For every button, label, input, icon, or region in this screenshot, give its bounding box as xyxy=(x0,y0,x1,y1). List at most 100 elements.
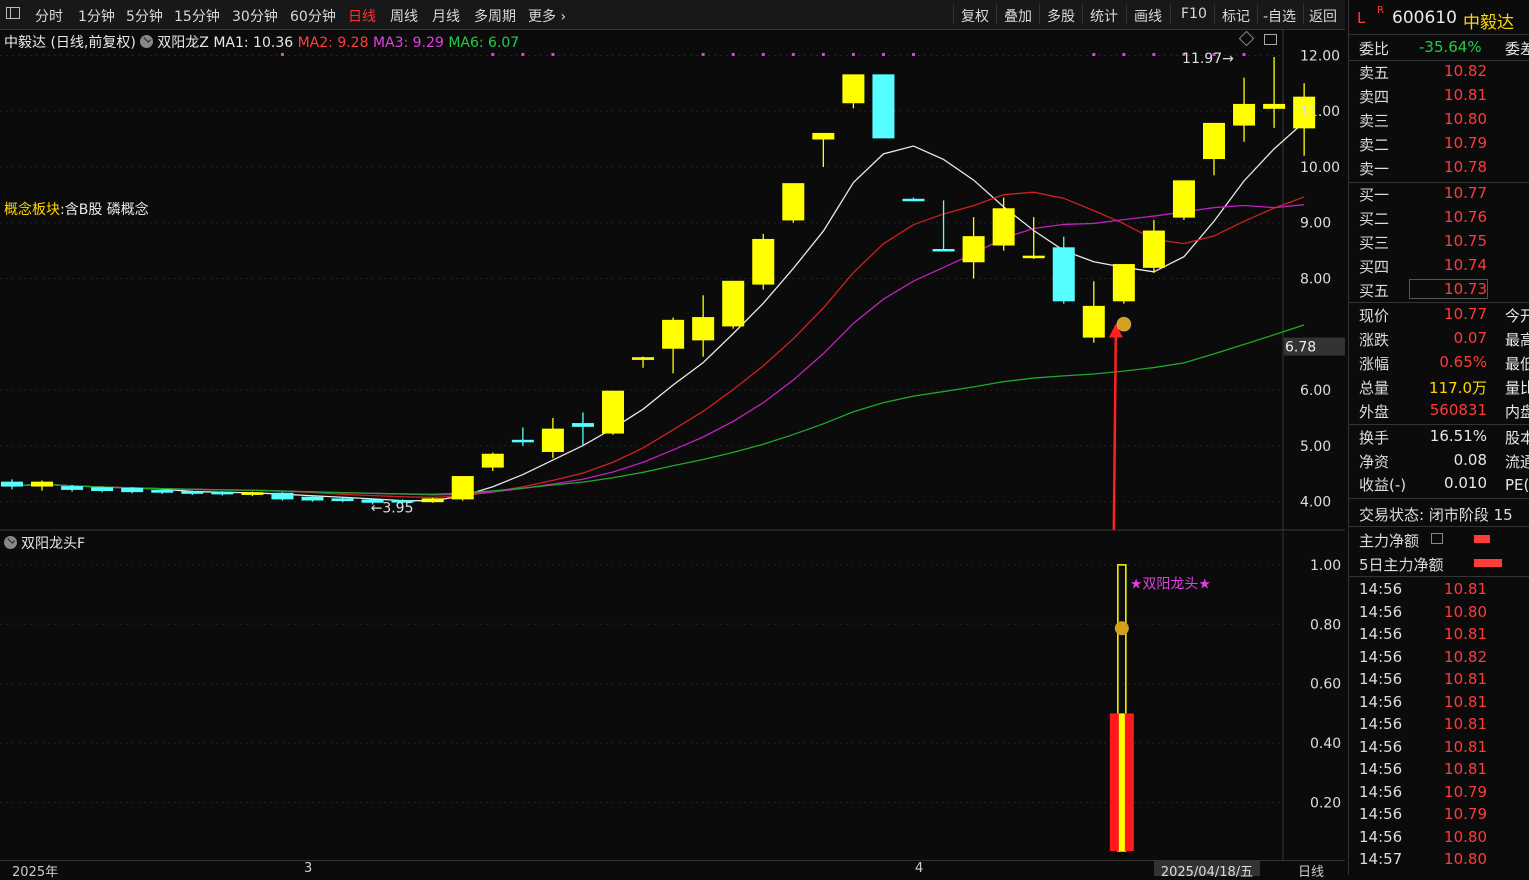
tick-price: 10.79 xyxy=(1444,782,1487,801)
chart-header: 中毅达 (日线,前复权) 双阳龙Z MA1: 10.36 MA2: 9.28 M… xyxy=(4,32,519,52)
y-tick-label: 9.00 xyxy=(1300,216,1331,232)
low-marker-label: ←3.95 xyxy=(371,500,414,516)
tick-time: 14:56 xyxy=(1359,580,1403,598)
stat2-2-right-label: PE(动) xyxy=(1505,476,1529,494)
y-tick-label: 12.00 xyxy=(1300,48,1340,64)
candle-body xyxy=(451,476,474,500)
stat2-0-right-label: 股本 xyxy=(1505,429,1529,447)
tick-price: 10.81 xyxy=(1444,692,1487,711)
signal-dot xyxy=(881,53,885,56)
stat2-0-value: 16.51% xyxy=(1429,427,1487,445)
signal-dot xyxy=(701,53,705,56)
date-axis: 2025年 3 4 2025/04/18/五 日线 xyxy=(0,860,1345,880)
candle[interactable] xyxy=(271,492,294,501)
back-button[interactable]: 返回 xyxy=(1309,6,1337,26)
signal-dot xyxy=(851,53,855,56)
buy-level-2-value: 10.76 xyxy=(1444,208,1487,226)
formula-toggle-icon[interactable] xyxy=(140,35,154,48)
chart-background xyxy=(0,30,1345,531)
info-icon[interactable] xyxy=(1431,533,1443,544)
tab-monthly[interactable]: 月线 xyxy=(432,6,460,26)
candle[interactable] xyxy=(1172,180,1195,220)
high-marker-label: 11.97→ xyxy=(1182,51,1234,67)
indicator-toggle-icon[interactable] xyxy=(4,536,17,549)
add-watchlist-button[interactable]: -自选 xyxy=(1263,6,1296,26)
date-cursor-label: 2025/04/18/五 xyxy=(1154,861,1260,880)
ma6-value: MA6: 6.07 xyxy=(448,35,520,51)
tick-price: 10.82 xyxy=(1444,647,1487,666)
candle[interactable] xyxy=(421,497,444,503)
tab-5min[interactable]: 5分钟 xyxy=(126,6,163,26)
buy5-highlight xyxy=(1409,279,1488,299)
tab-weekly[interactable]: 周线 xyxy=(390,6,418,26)
tab-15min[interactable]: 15分钟 xyxy=(174,6,220,26)
signal-dot xyxy=(912,53,915,56)
candle-body xyxy=(752,238,775,285)
layout-icon[interactable] xyxy=(6,7,20,19)
tab-1min[interactable]: 1分钟 xyxy=(78,6,115,26)
concept-sector: 概念板块:含B股 磷概念 xyxy=(4,199,149,219)
candle-body xyxy=(1052,247,1075,302)
overlay-button[interactable]: 叠加 xyxy=(1004,6,1032,26)
tab-daily[interactable]: 日线 xyxy=(348,6,376,26)
statistics-button[interactable]: 统计 xyxy=(1090,6,1118,26)
stat-1-label: 涨跌 xyxy=(1359,331,1390,349)
buy-level-1-label: 买一 xyxy=(1359,186,1390,204)
tab-multi-period[interactable]: 多周期 xyxy=(474,6,516,26)
tab-fenshi[interactable]: 分时 xyxy=(35,6,63,26)
tick-price: 10.81 xyxy=(1444,625,1487,643)
signal-dot xyxy=(491,53,495,56)
stat-0-label: 现价 xyxy=(1359,307,1390,325)
candle[interactable] xyxy=(602,390,624,435)
candle-body xyxy=(872,74,895,139)
concept-label: 概念板块 xyxy=(4,202,60,218)
indicator-value-core xyxy=(1118,713,1125,851)
candle-body xyxy=(271,492,294,500)
main-net5-bar xyxy=(1474,559,1502,567)
candle-body xyxy=(1263,103,1286,109)
draw-line-button[interactable]: 画线 xyxy=(1134,6,1162,26)
tick-price: 10.81 xyxy=(1444,580,1487,598)
sell-level-3-label: 卖三 xyxy=(1359,112,1390,130)
candle[interactable] xyxy=(1112,264,1135,304)
tick-time: 14:56 xyxy=(1359,692,1403,711)
candle-body xyxy=(1233,103,1256,126)
candle-body xyxy=(692,317,715,341)
money-bag-icon xyxy=(1116,316,1132,332)
indicator-chart[interactable]: ★双阳龙头★ 1.00 0.80 0.60 0.40 0.20 xyxy=(0,532,1345,860)
mark-button[interactable]: 标记 xyxy=(1222,6,1250,26)
tick-time: 14:56 xyxy=(1359,782,1403,801)
candle[interactable] xyxy=(451,476,474,501)
candle-body xyxy=(571,423,594,427)
candle-body xyxy=(1,481,23,487)
signal-dot xyxy=(761,53,765,56)
candle[interactable] xyxy=(782,183,805,223)
tab-more[interactable]: 更多 › xyxy=(528,6,566,26)
tick-price: 10.81 xyxy=(1444,715,1487,733)
sell-level-5-value: 10.82 xyxy=(1444,62,1487,80)
candle[interactable] xyxy=(872,74,895,139)
period-toolbar: 分时 1分钟 5分钟 15分钟 30分钟 60分钟 日线 周线 月线 多周期 更… xyxy=(0,0,1345,30)
signal-dot xyxy=(821,53,825,56)
panel-toggle-icon[interactable] xyxy=(1264,34,1277,45)
buy-level-4-label: 买四 xyxy=(1359,258,1390,276)
buy-level-1-value: 10.77 xyxy=(1444,184,1487,202)
formula-name[interactable]: 双阳龙Z xyxy=(157,35,209,51)
period-label: 日线 xyxy=(1298,865,1325,880)
signal-dot xyxy=(1122,53,1126,56)
candle[interactable] xyxy=(752,233,775,290)
tab-60min[interactable]: 60分钟 xyxy=(290,6,336,26)
candle[interactable] xyxy=(722,280,745,329)
stock-code: 600610 xyxy=(1392,8,1457,28)
restore-rights-button[interactable]: 复权 xyxy=(961,6,989,26)
weibi-value: -35.64% xyxy=(1419,38,1482,56)
tab-30min[interactable]: 30分钟 xyxy=(232,6,278,26)
multi-stock-button[interactable]: 多股 xyxy=(1047,6,1075,26)
stat2-2-value: 0.010 xyxy=(1444,474,1487,492)
indicator-tick-label: 0.80 xyxy=(1310,617,1341,633)
signal-dot xyxy=(791,53,795,56)
candle-body xyxy=(992,208,1015,246)
candlestick-chart[interactable]: 11.97→ ←3.95 12.00 11.00 10.00 9.00 8.00 6.00 5… xyxy=(0,30,1345,531)
f10-button[interactable]: F10 xyxy=(1181,6,1207,22)
indicator-title[interactable]: 双阳龙头F xyxy=(21,536,85,552)
